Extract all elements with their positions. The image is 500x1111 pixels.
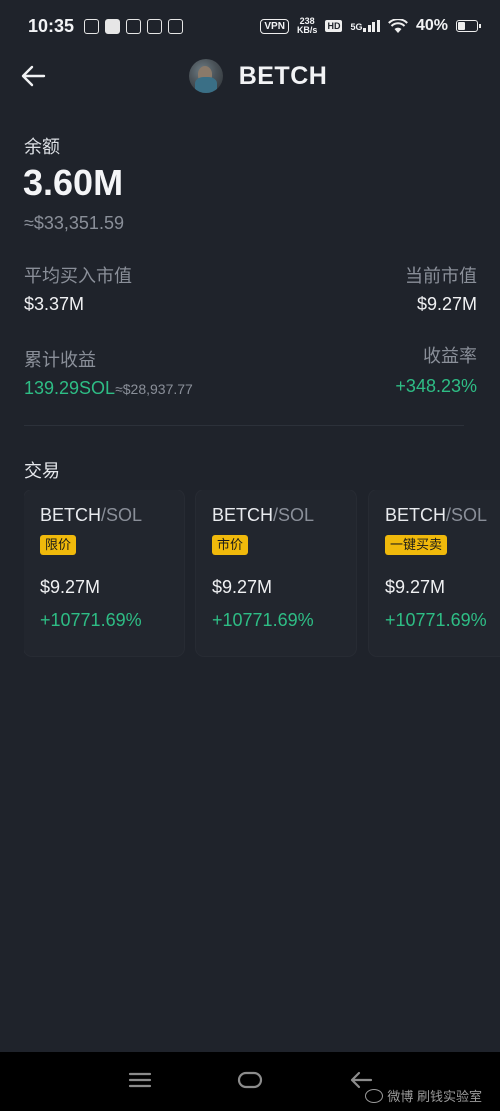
pair-quote: /SOL <box>101 505 143 525</box>
cumulative-profit-sol: 139.29SOL <box>24 378 116 398</box>
home-icon[interactable] <box>237 1070 263 1090</box>
page-title: BETCH <box>238 61 328 90</box>
pair-quote: /SOL <box>273 505 315 525</box>
status-bar: 10:35 VPN 238 KB/s HD 5G 40% <box>0 0 500 52</box>
card-change: +10771.69% <box>40 610 142 630</box>
notification-icons <box>84 18 184 34</box>
menu-icon[interactable] <box>128 1070 152 1090</box>
current-mcap-stat: 当前市值 $9.27M <box>405 262 477 315</box>
cumulative-profit-stat: 累计收益 139.29SOL≈$28,937.77 <box>24 346 193 399</box>
wifi-icon <box>388 18 408 33</box>
battery-percent: 40% <box>415 17 448 34</box>
yield-label: 收益率 <box>423 346 477 366</box>
pair-base: BETCH <box>385 505 447 525</box>
trade-card-limit[interactable]: BETCH/SOL 限价 $9.27M +10771.69% <box>24 490 184 656</box>
avg-buy-value: $3.37M <box>24 294 85 314</box>
trade-card-quick[interactable]: BETCH/SOL 一键买卖 $9.27M +10771.69% <box>369 490 500 656</box>
network-speed: 238 KB/s <box>297 17 318 35</box>
weibo-icon <box>365 1088 384 1103</box>
avg-buy-stat: 平均买入市值 $3.37M <box>24 262 132 315</box>
pair-quote: /SOL <box>446 505 488 525</box>
trade-cards: BETCH/SOL 限价 $9.27M +10771.69% BETCH/SOL… <box>24 490 500 660</box>
card-price: $9.27M <box>212 577 273 597</box>
mail-icon <box>126 18 142 34</box>
cumulative-profit-usd: ≈$28,937.77 <box>115 381 193 397</box>
balance-value: 3.60M <box>23 162 124 203</box>
divider <box>24 425 464 426</box>
pair-base: BETCH <box>212 505 274 525</box>
pair-base: BETCH <box>40 505 102 525</box>
trading-pair: BETCH/SOL <box>385 505 500 526</box>
app-notification-icon <box>105 18 121 34</box>
vpn-badge: VPN <box>260 18 289 34</box>
yield-stat: 收益率 +348.23% <box>395 342 477 397</box>
trade-section-title: 交易 <box>24 461 60 481</box>
trading-pair: BETCH/SOL <box>212 505 356 526</box>
wechat-icon <box>84 18 100 34</box>
current-mcap-label: 当前市值 <box>405 266 477 286</box>
cumulative-profit-label: 累计收益 <box>24 350 96 370</box>
signal-icon: 5G <box>350 20 380 32</box>
trade-card-market[interactable]: BETCH/SOL 市价 $9.27M +10771.69% <box>196 490 356 656</box>
clipboard-icon <box>147 18 163 34</box>
status-time: 10:35 <box>28 15 75 36</box>
top-bar: BETCH <box>0 52 500 100</box>
card-price: $9.27M <box>385 577 446 597</box>
yield-value: +348.23% <box>395 376 477 396</box>
back-arrow-icon[interactable] <box>18 60 50 92</box>
balance-label: 余额 <box>24 137 60 157</box>
trading-pair: BETCH/SOL <box>40 505 184 526</box>
order-type-tag: 一键买卖 <box>385 535 448 555</box>
order-type-tag: 市价 <box>212 535 249 555</box>
card-change: +10771.69% <box>385 610 487 630</box>
card-change: +10771.69% <box>212 610 314 630</box>
watermark-text: 微博 刷钱实验室 <box>387 1089 482 1104</box>
order-type-tag: 限价 <box>40 535 77 555</box>
balance-usd: ≈$33,351.59 <box>24 213 124 233</box>
token-title: BETCH <box>188 59 328 93</box>
watermark: 微博 刷钱实验室 <box>365 1086 482 1105</box>
network-type: 5G <box>350 22 363 32</box>
token-avatar <box>188 59 223 93</box>
speed-unit: KB/s <box>296 25 318 35</box>
shop-icon <box>168 18 184 34</box>
card-price: $9.27M <box>40 577 101 597</box>
battery-icon <box>456 20 481 32</box>
avg-buy-label: 平均买入市值 <box>24 266 132 286</box>
hd-badge: HD <box>325 20 343 32</box>
current-mcap-value: $9.27M <box>416 294 477 314</box>
